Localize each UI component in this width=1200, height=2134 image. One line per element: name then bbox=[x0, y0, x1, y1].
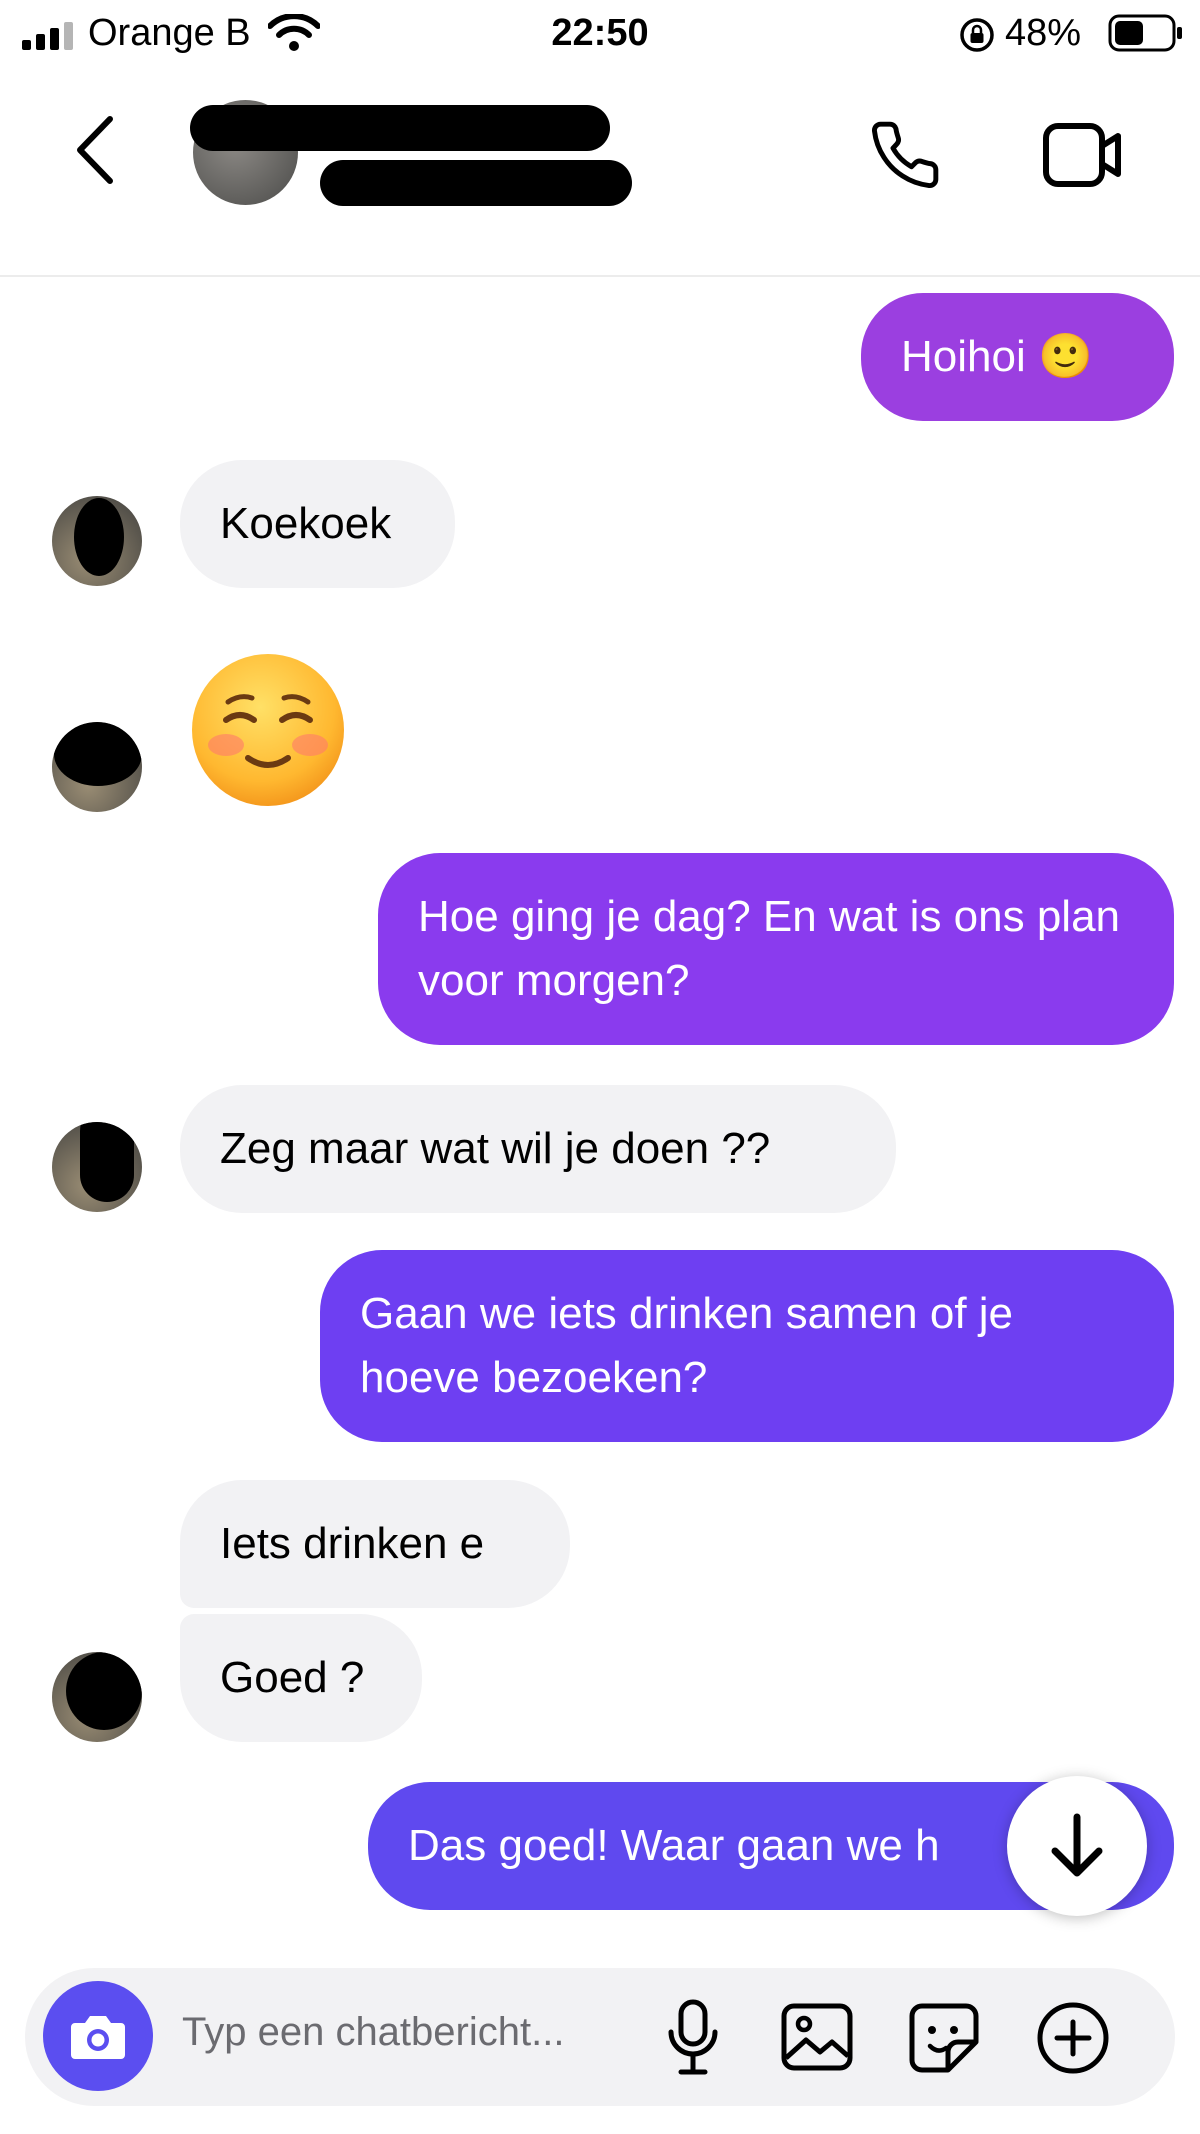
battery-percent: 48% bbox=[1005, 12, 1082, 54]
arrow-down-icon bbox=[1051, 1813, 1103, 1877]
outgoing-message[interactable]: Hoe ging je dag? En wat is ons plan voor… bbox=[378, 853, 1174, 1045]
sender-avatar[interactable] bbox=[52, 1122, 142, 1212]
chat-header bbox=[0, 70, 1200, 277]
incoming-message[interactable]: Iets drinken e bbox=[180, 1480, 570, 1608]
message-input[interactable]: Typ een chatbericht... bbox=[182, 2010, 564, 2055]
message-text: Goed ? bbox=[220, 1653, 365, 1702]
incoming-message[interactable]: Goed ? bbox=[180, 1614, 422, 1742]
rotation-lock-icon bbox=[960, 18, 994, 52]
smiling-emoji-icon[interactable] bbox=[188, 650, 348, 810]
incoming-message[interactable]: Zeg maar wat wil je doen ?? bbox=[180, 1085, 896, 1213]
message-text: Hoihoi 🙂 bbox=[901, 332, 1093, 381]
battery-icon bbox=[1108, 14, 1182, 52]
scroll-to-bottom-button[interactable] bbox=[1007, 1776, 1147, 1916]
video-camera-icon[interactable] bbox=[1042, 122, 1124, 188]
outgoing-message[interactable]: Gaan we iets drinken samen of je hoeve b… bbox=[320, 1250, 1174, 1442]
sender-avatar[interactable] bbox=[52, 722, 142, 812]
camera-icon bbox=[71, 2016, 125, 2059]
status-bar: Orange B 22:50 48% bbox=[0, 0, 1200, 70]
sticker-icon[interactable] bbox=[908, 2002, 980, 2074]
message-text: Hoe ging je dag? En wat is ons plan voor… bbox=[418, 892, 1121, 1005]
chevron-left-icon[interactable] bbox=[72, 115, 118, 185]
sender-avatar[interactable] bbox=[52, 496, 142, 586]
plus-circle-icon[interactable] bbox=[1035, 2000, 1111, 2076]
redacted-contact-status bbox=[320, 160, 632, 206]
incoming-message[interactable]: Koekoek bbox=[180, 460, 455, 588]
phone-icon[interactable] bbox=[868, 118, 942, 192]
message-composer: Typ een chatbericht... bbox=[25, 1968, 1175, 2106]
camera-button[interactable] bbox=[43, 1981, 153, 2091]
message-text: Iets drinken e bbox=[220, 1519, 485, 1568]
message-text: Zeg maar wat wil je doen ?? bbox=[220, 1124, 771, 1173]
image-icon[interactable] bbox=[780, 2002, 854, 2072]
message-text: Koekoek bbox=[220, 499, 392, 548]
microphone-icon[interactable] bbox=[665, 1998, 721, 2078]
message-text: Das goed! Waar gaan we h bbox=[408, 1821, 940, 1870]
outgoing-message[interactable]: Hoihoi 🙂 bbox=[861, 293, 1174, 421]
sender-avatar[interactable] bbox=[52, 1652, 142, 1742]
message-text: Gaan we iets drinken samen of je hoeve b… bbox=[360, 1289, 1014, 1402]
redacted-contact-name bbox=[190, 105, 610, 151]
